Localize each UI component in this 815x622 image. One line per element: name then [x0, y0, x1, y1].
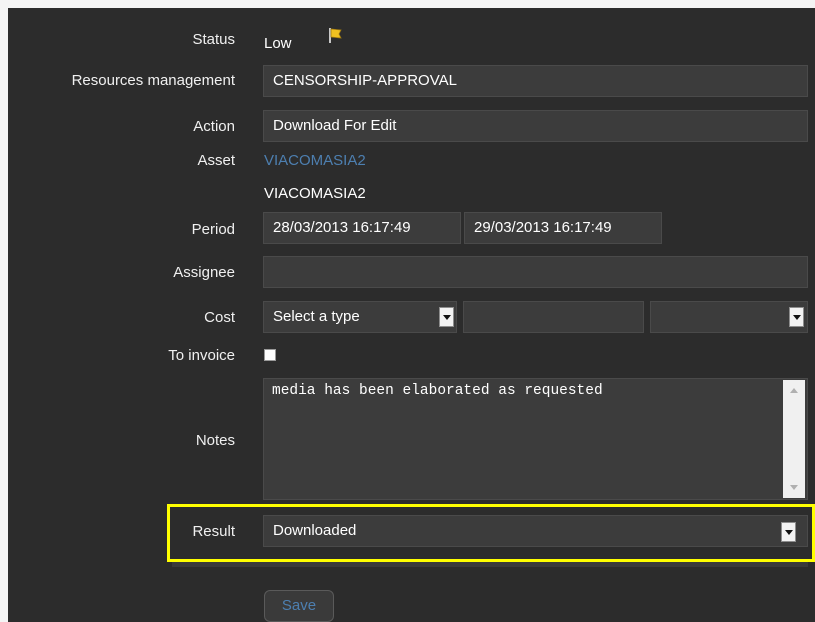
- period-end-field[interactable]: 29/03/2013 16:17:49: [464, 212, 662, 244]
- result-label: Result: [192, 523, 235, 540]
- cost-currency-select[interactable]: [650, 301, 808, 333]
- period-start-field[interactable]: 28/03/2013 16:17:49: [263, 212, 461, 244]
- notes-scrollbar[interactable]: [783, 380, 805, 498]
- status-label: Status: [192, 31, 235, 48]
- assignee-field[interactable]: [263, 256, 808, 288]
- asset-link[interactable]: VIACOMASIA2: [264, 152, 366, 169]
- cost-amount-field[interactable]: [463, 301, 644, 333]
- save-button[interactable]: Save: [264, 590, 334, 622]
- chevron-down-icon[interactable]: [439, 307, 454, 327]
- notes-textarea[interactable]: media has been elaborated as requested: [263, 378, 808, 500]
- result-divider: [172, 562, 808, 567]
- result-value: Downloaded: [273, 522, 357, 539]
- asset-label: Asset: [197, 152, 235, 169]
- cost-type-value: Select a type: [273, 308, 360, 325]
- asset-name: VIACOMASIA2: [264, 185, 366, 202]
- status-value: Low: [264, 35, 292, 52]
- result-select[interactable]: Downloaded: [263, 515, 808, 547]
- invoice-checkbox[interactable]: [264, 349, 276, 361]
- cost-label: Cost: [204, 309, 235, 326]
- period-label: Period: [191, 221, 235, 238]
- resources-field[interactable]: CENSORSHIP-APPROVAL: [263, 65, 808, 97]
- cost-type-select[interactable]: Select a type: [263, 301, 457, 333]
- action-label: Action: [193, 118, 235, 135]
- action-field[interactable]: Download For Edit: [263, 110, 808, 142]
- chevron-down-icon[interactable]: [789, 307, 804, 327]
- chevron-down-icon[interactable]: [781, 522, 796, 542]
- flag-icon: [326, 26, 344, 44]
- invoice-label: To invoice: [168, 347, 235, 364]
- scroll-up-icon[interactable]: [790, 388, 798, 393]
- scroll-down-icon[interactable]: [790, 485, 798, 490]
- notes-label: Notes: [195, 432, 235, 449]
- assignee-label: Assignee: [173, 264, 235, 281]
- resources-label: Resources management: [71, 72, 235, 89]
